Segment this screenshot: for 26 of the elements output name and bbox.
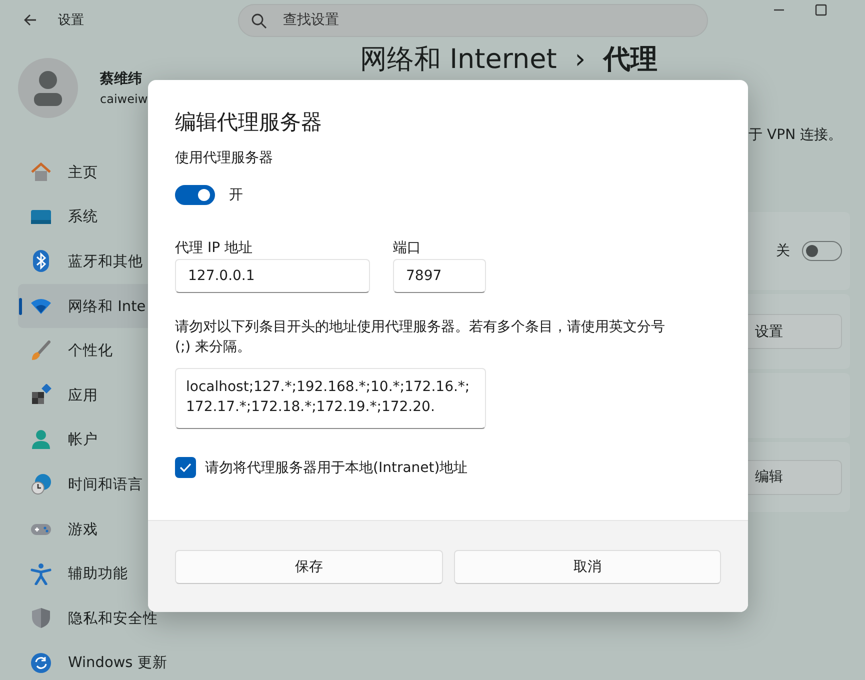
dialog-title: 编辑代理服务器 xyxy=(175,109,323,136)
user-name: 蔡维纬 xyxy=(100,70,143,88)
description-text: 于 VPN 连接。 xyxy=(748,126,843,144)
sidebar-label: 应用 xyxy=(68,386,98,405)
sidebar-label: Windows 更新 xyxy=(68,654,168,672)
sidebar-label: 辅助功能 xyxy=(68,565,128,584)
hint-text: 请勿对以下列条目开头的地址使用代理服务器。若有多个条目，请使用英文分号 (;) 来分隔。 xyxy=(175,318,666,357)
toggle-label: 关 xyxy=(776,242,790,260)
sidebar-label: 主页 xyxy=(68,164,98,182)
breadcrumb-separator: › xyxy=(574,44,586,74)
checkbox-label: 请勿将代理服务器用于本地(Intranet)地址 xyxy=(205,458,468,476)
sidebar-label: 系统 xyxy=(68,208,98,226)
user-email: caiweiw xyxy=(100,92,148,106)
sidebar-label: 网络和 Inte xyxy=(68,298,146,316)
field-label: 端口 xyxy=(393,239,422,257)
page-title: 代理 xyxy=(604,43,658,77)
toggle-label: 开 xyxy=(229,186,243,204)
sidebar-label: 个性化 xyxy=(68,342,113,360)
window-title: 设置 xyxy=(58,12,84,29)
field-label: 使用代理服务器 xyxy=(175,149,274,167)
sidebar-label: 游戏 xyxy=(68,520,98,539)
sidebar-label: 帐户 xyxy=(68,431,98,450)
sidebar-label: 隐私和安全性 xyxy=(68,610,158,628)
sidebar-label: 蓝牙和其他 xyxy=(68,252,143,271)
sidebar-label: 时间和语言 xyxy=(68,476,143,494)
field-label: 代理 IP 地址 xyxy=(175,239,254,257)
